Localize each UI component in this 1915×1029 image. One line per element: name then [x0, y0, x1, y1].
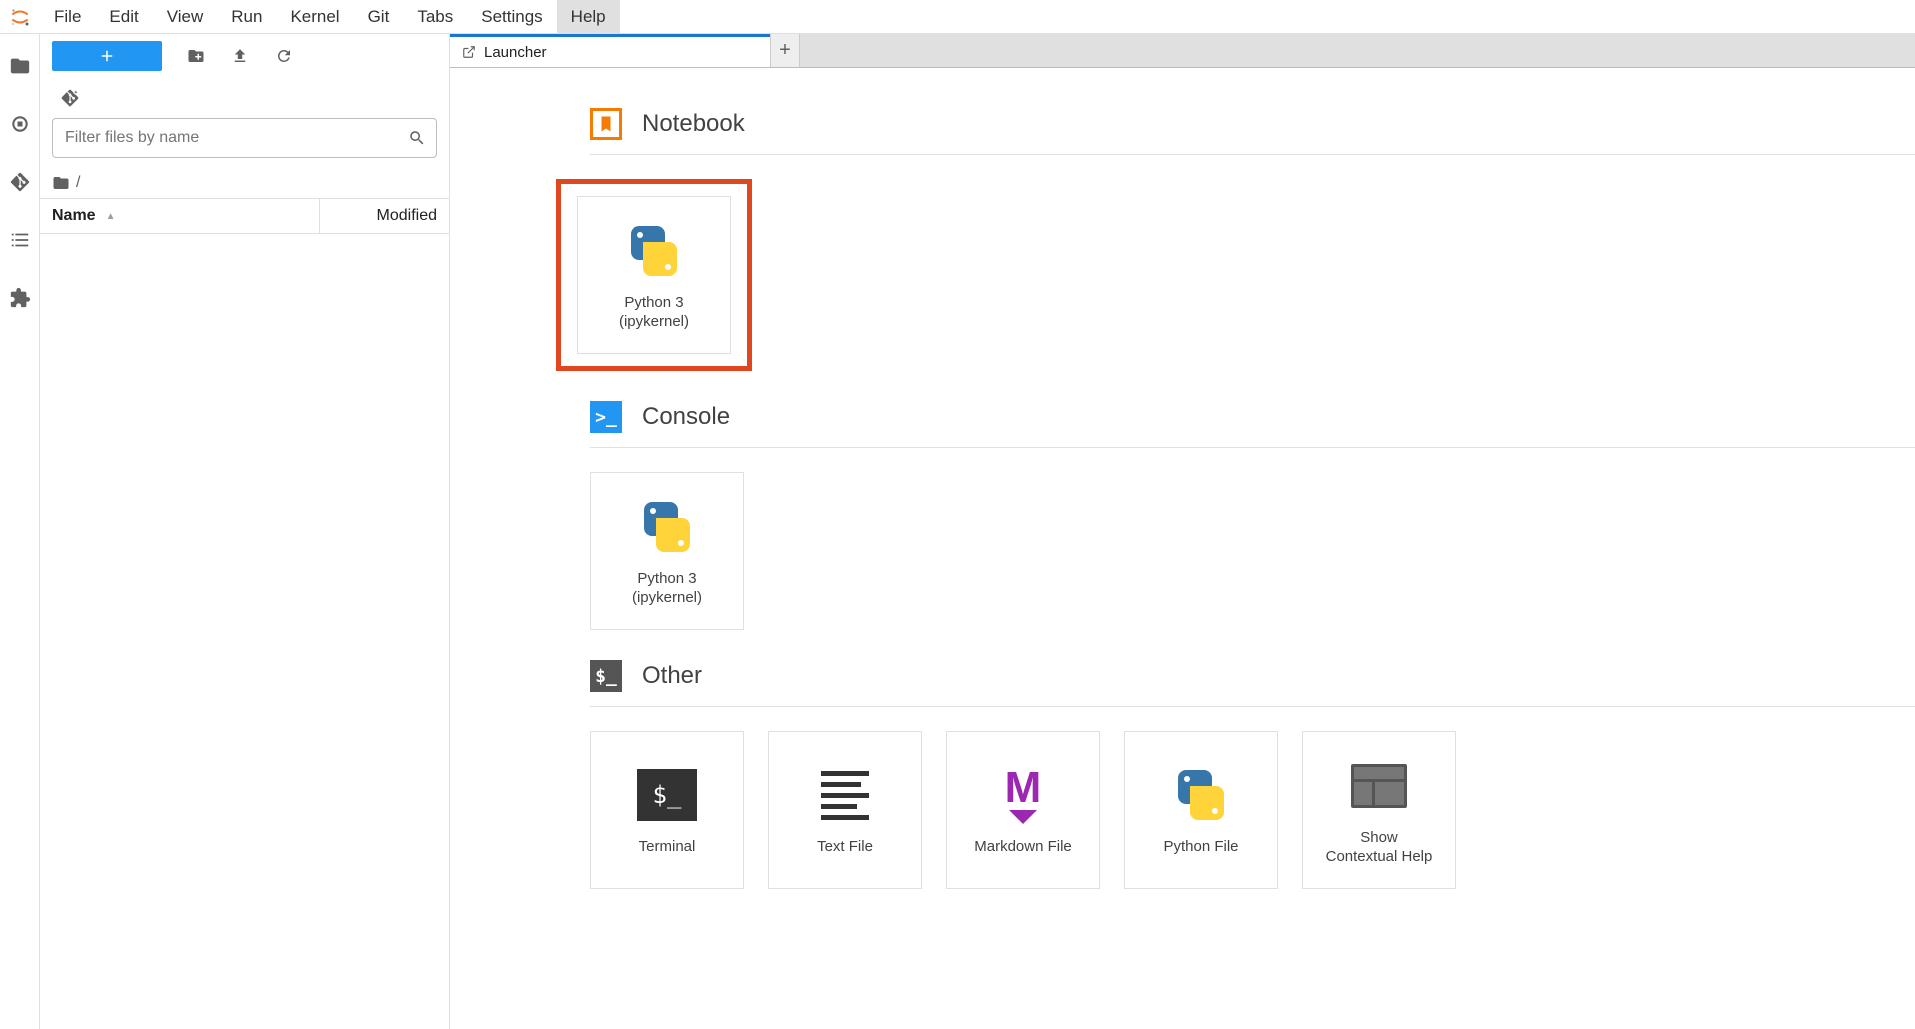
- menu-run[interactable]: Run: [217, 0, 276, 34]
- toc-icon[interactable]: [6, 226, 34, 254]
- jupyter-logo: [0, 6, 40, 28]
- menu-tabs[interactable]: Tabs: [403, 0, 467, 34]
- file-toolbar: [40, 34, 449, 78]
- divider: [590, 706, 1915, 707]
- extensions-icon[interactable]: [6, 284, 34, 312]
- menu-help[interactable]: Help: [557, 0, 620, 34]
- git-icon[interactable]: [6, 168, 34, 196]
- add-tab-button[interactable]: +: [770, 34, 800, 67]
- python-icon: [1169, 763, 1233, 827]
- terminal-icon: $_: [635, 763, 699, 827]
- card-label: Python 3 (ipykernel): [619, 293, 689, 332]
- card-notebook-python3[interactable]: Python 3 (ipykernel): [577, 196, 731, 354]
- python-icon: [622, 219, 686, 283]
- menubar: File Edit View Run Kernel Git Tabs Setti…: [0, 0, 1915, 34]
- menu-edit[interactable]: Edit: [95, 0, 152, 34]
- file-list: [40, 234, 449, 1029]
- section-title: Console: [642, 403, 730, 431]
- section-console: >_ Console Python 3 (ipykernel): [490, 401, 1915, 630]
- column-name[interactable]: Name ▲: [40, 207, 319, 225]
- launcher-content: Notebook Python 3 (ipykernel) >_ Conso: [450, 68, 1915, 1029]
- file-browser-panel: / Name ▲ Modified: [40, 34, 450, 1029]
- card-label: Python File: [1163, 837, 1238, 857]
- sort-caret-icon: ▲: [106, 211, 116, 222]
- card-label: Markdown File: [974, 837, 1072, 857]
- running-icon[interactable]: [6, 110, 34, 138]
- tab-title: Launcher: [484, 44, 547, 61]
- upload-icon[interactable]: [230, 46, 250, 66]
- folder-icon: [52, 174, 70, 192]
- python-icon: [635, 495, 699, 559]
- section-other: $_ Other $_ Terminal Text File: [490, 660, 1915, 889]
- card-markdown-file[interactable]: M Markdown File: [946, 731, 1100, 889]
- markdown-icon: M: [991, 763, 1055, 827]
- main-area: Launcher + Notebook: [450, 34, 1915, 1029]
- tab-bar: Launcher +: [450, 34, 1915, 68]
- section-notebook: Notebook Python 3 (ipykernel): [490, 108, 1915, 371]
- activity-bar: [0, 34, 40, 1029]
- menu-view[interactable]: View: [153, 0, 218, 34]
- highlight-box: Python 3 (ipykernel): [556, 179, 752, 371]
- menu-kernel[interactable]: Kernel: [276, 0, 353, 34]
- divider: [590, 154, 1915, 155]
- card-terminal[interactable]: $_ Terminal: [590, 731, 744, 889]
- breadcrumb[interactable]: /: [40, 168, 449, 198]
- card-python-file[interactable]: Python File: [1124, 731, 1278, 889]
- card-label: Show Contextual Help: [1326, 828, 1433, 867]
- menu-git[interactable]: Git: [354, 0, 404, 34]
- menu-file[interactable]: File: [40, 0, 95, 34]
- card-console-python3[interactable]: Python 3 (ipykernel): [590, 472, 744, 630]
- notebook-section-icon: [590, 108, 622, 140]
- card-label: Text File: [817, 837, 873, 857]
- column-modified[interactable]: Modified: [319, 199, 449, 233]
- section-title: Other: [642, 662, 702, 690]
- file-list-header: Name ▲ Modified: [40, 198, 449, 234]
- console-section-icon: >_: [590, 401, 622, 433]
- git-init-row[interactable]: [40, 78, 449, 118]
- new-folder-icon[interactable]: [186, 46, 206, 66]
- breadcrumb-path: /: [76, 174, 80, 192]
- contextual-help-icon: [1347, 754, 1411, 818]
- filter-input[interactable]: [63, 128, 408, 148]
- text-file-icon: [813, 763, 877, 827]
- card-contextual-help[interactable]: Show Contextual Help: [1302, 731, 1456, 889]
- filter-box: [52, 118, 437, 158]
- card-label: Terminal: [639, 837, 696, 857]
- card-text-file[interactable]: Text File: [768, 731, 922, 889]
- divider: [590, 447, 1915, 448]
- new-launcher-button[interactable]: [52, 41, 162, 71]
- search-icon: [408, 129, 426, 147]
- other-section-icon: $_: [590, 660, 622, 692]
- menu-settings[interactable]: Settings: [467, 0, 556, 34]
- file-browser-icon[interactable]: [6, 52, 34, 80]
- external-link-icon: [462, 45, 476, 59]
- section-title: Notebook: [642, 110, 745, 138]
- refresh-icon[interactable]: [274, 46, 294, 66]
- tab-launcher[interactable]: Launcher: [450, 34, 770, 67]
- card-label: Python 3 (ipykernel): [632, 569, 702, 608]
- menu-items: File Edit View Run Kernel Git Tabs Setti…: [40, 0, 620, 34]
